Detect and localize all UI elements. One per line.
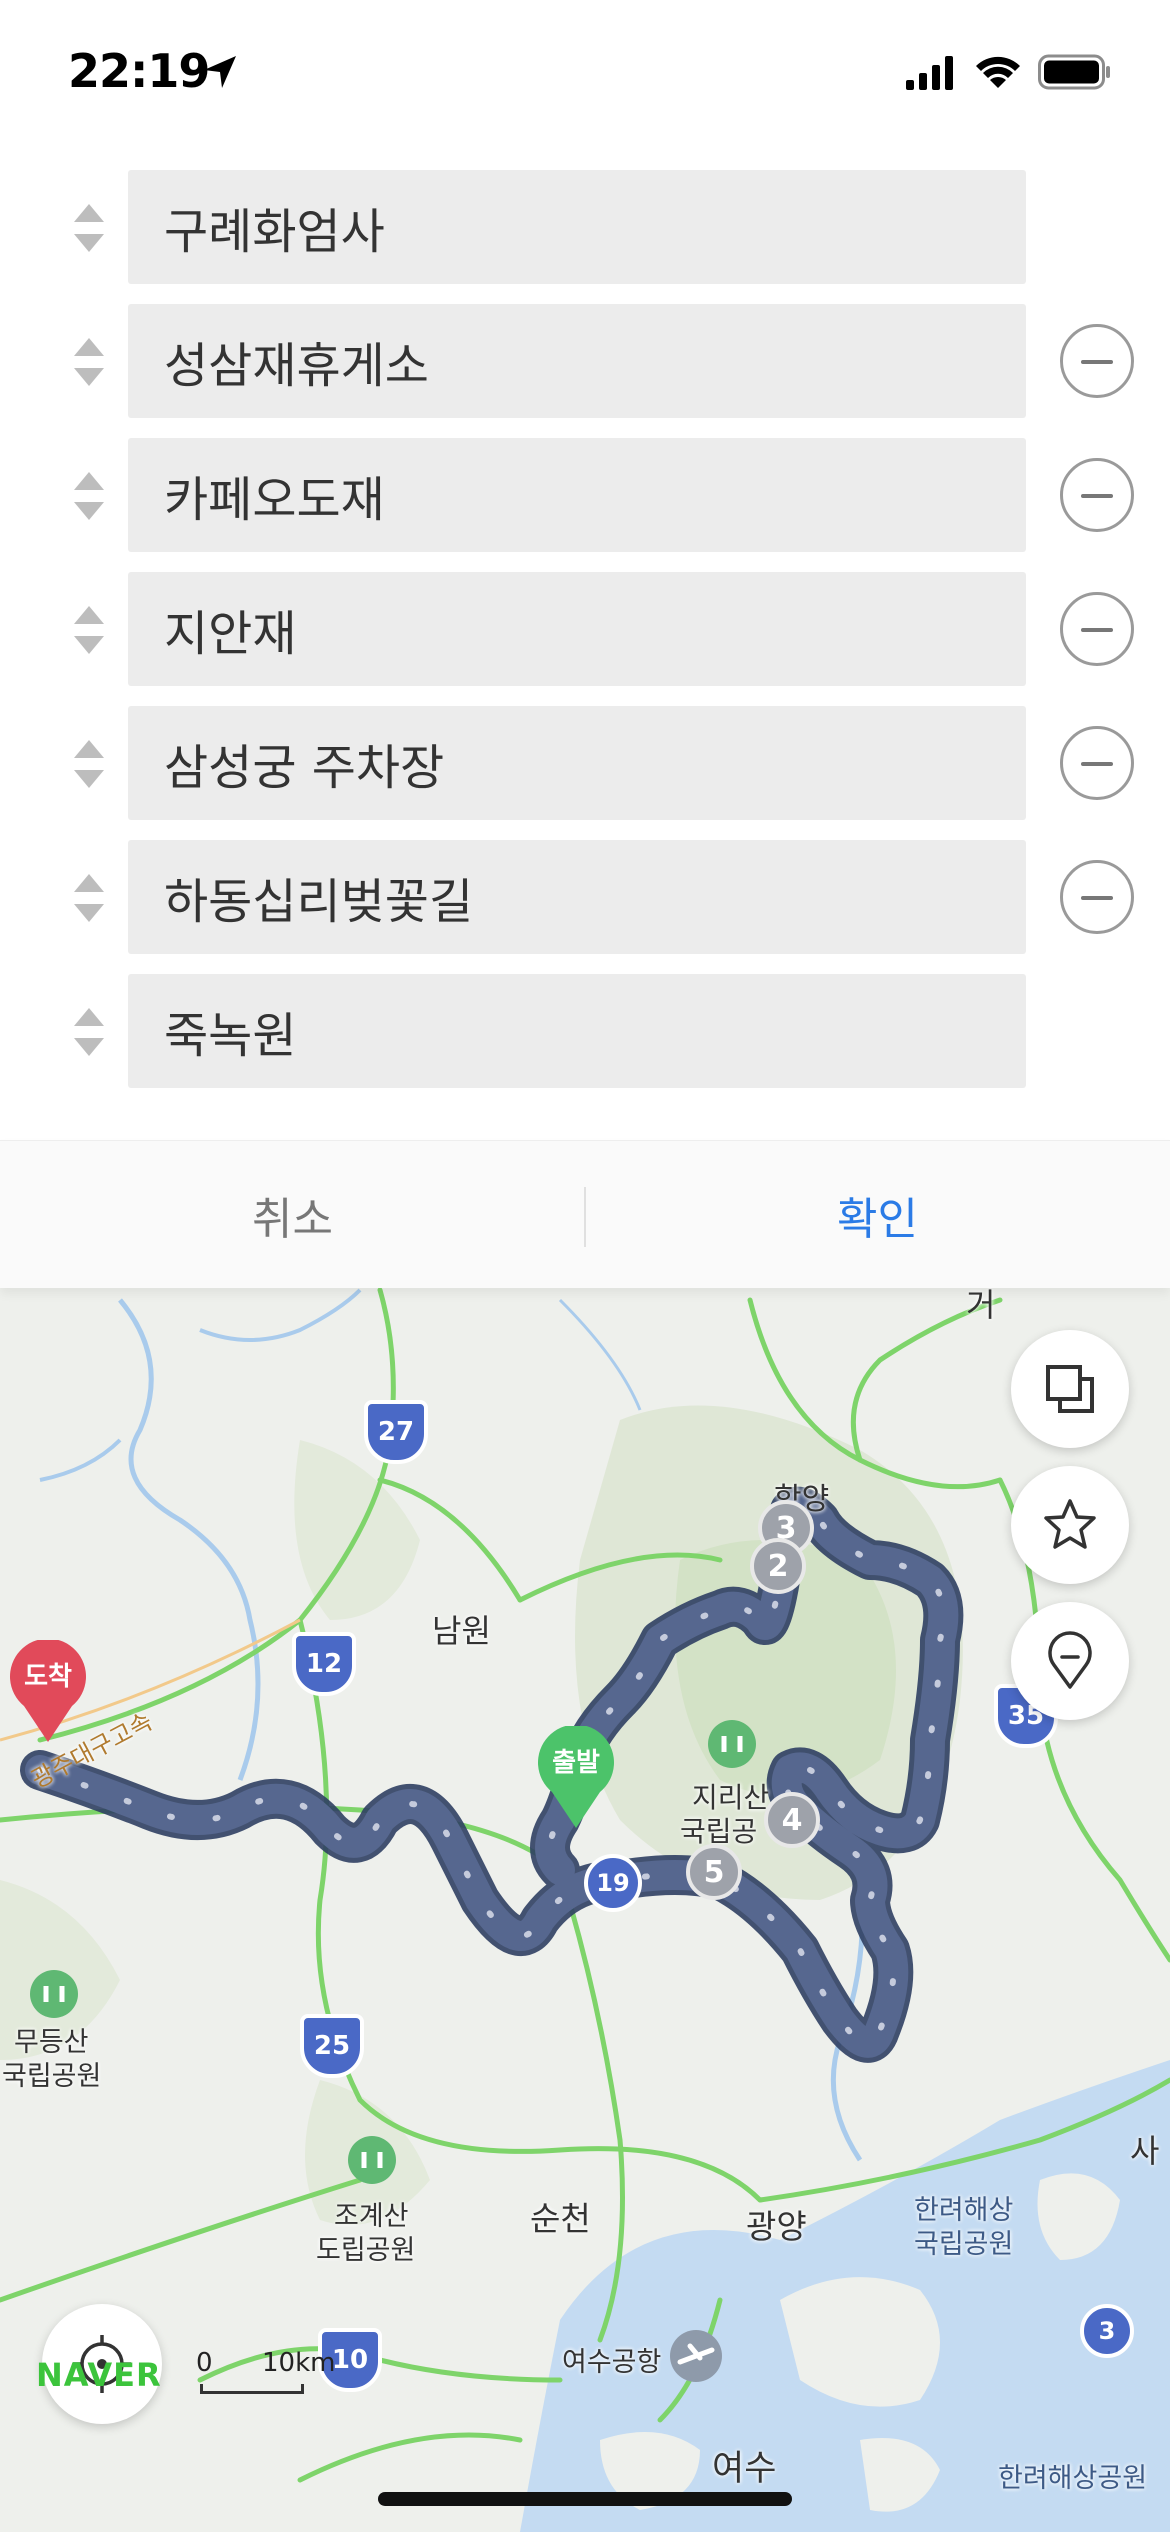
reorder-handle-icon[interactable] [70, 468, 108, 524]
route-map[interactable]: 27 12 35 25 10 19 3 남원 함양 지리산 국립공 무등산 국립… [0, 1288, 1170, 2532]
route-shield-number: 27 [377, 1417, 415, 1447]
end-marker[interactable]: 도착 [8, 1640, 88, 1744]
route-shield: 25 [300, 2014, 364, 2078]
place-label: 거 [966, 1288, 996, 1324]
waypoint-row: 지안재 [0, 572, 1170, 686]
place-label: 국립공원 [2, 2061, 102, 2092]
route-shield-number: 3 [1098, 2317, 1116, 2345]
remove-waypoint-button[interactable] [1060, 860, 1134, 934]
start-marker[interactable]: 출발 [536, 1726, 616, 1830]
place-label: 여수 [712, 2449, 777, 2489]
waypoint-field-origin[interactable]: 구례화엄사 [128, 170, 1026, 284]
waypoint-field[interactable]: 삼성궁 주차장 [128, 706, 1026, 820]
route-shield-number: 10 [331, 2345, 369, 2375]
place-label: 남원 [432, 1612, 491, 1650]
waypoint-marker[interactable]: 5 [686, 1844, 742, 1900]
waypoint-row: 하동십리벚꽃길 [0, 840, 1170, 954]
favorite-button[interactable] [1011, 1466, 1129, 1584]
park-icon [30, 1970, 78, 2018]
location-arrow-icon [204, 56, 236, 88]
park-icon [348, 2136, 396, 2184]
start-marker-label: 출발 [552, 1748, 600, 1778]
battery-icon [1038, 54, 1110, 90]
waypoint-row: 성삼재휴게소 [0, 304, 1170, 418]
reorder-handle-icon[interactable] [70, 1004, 108, 1060]
star-icon [1044, 1499, 1096, 1549]
map-layers-button[interactable] [1011, 1330, 1129, 1448]
signal-icon [906, 56, 953, 90]
remove-waypoint-button[interactable] [1060, 458, 1134, 532]
waypoint-field[interactable]: 하동십리벚꽃길 [128, 840, 1026, 954]
confirm-button[interactable]: 확인 [585, 1141, 1170, 1289]
waypoint-marker-number: 2 [767, 1548, 789, 1584]
home-indicator [378, 2492, 792, 2506]
route-shield-number: 25 [313, 2031, 351, 2061]
reorder-handle-icon[interactable] [70, 870, 108, 926]
route-shield: 27 [364, 1400, 428, 1464]
route-shield-number: 12 [305, 1649, 343, 1679]
scale-distance: 10km [262, 2348, 336, 2378]
place-label: 순천 [530, 2199, 591, 2238]
waypoint-field-destination[interactable]: 죽녹원 [128, 974, 1026, 1088]
park-icon [708, 1720, 756, 1768]
waypoint-row: 죽녹원 [0, 974, 1170, 1088]
place-label: 여수공항 [562, 2347, 662, 2378]
status-time: 22:19 [68, 44, 210, 98]
waypoint-marker[interactable]: 4 [764, 1792, 820, 1848]
waypoint-marker-number: 4 [781, 1802, 803, 1838]
reorder-handle-icon[interactable] [70, 200, 108, 256]
waypoint-field[interactable]: 카페오도재 [128, 438, 1026, 552]
reorder-handle-icon[interactable] [70, 602, 108, 658]
airport-icon [670, 2330, 722, 2382]
wifi-icon [976, 56, 1020, 88]
reorder-handle-icon[interactable] [70, 334, 108, 390]
scale-zero: 0 [196, 2348, 213, 2378]
route-shield: 12 [292, 1632, 356, 1696]
cancel-button[interactable]: 취소 [0, 1141, 585, 1289]
route-shield: 19 [584, 1854, 642, 1912]
place-label: 도립공원 [316, 2235, 416, 2266]
route-shield: 3 [1080, 2304, 1134, 2358]
reorder-handle-icon[interactable] [70, 736, 108, 792]
waypoint-field[interactable]: 성삼재휴게소 [128, 304, 1026, 418]
waypoint-marker[interactable]: 2 [750, 1538, 806, 1594]
scale-bar [200, 2384, 304, 2394]
waypoint-field[interactable]: 지안재 [128, 572, 1026, 686]
waypoint-row: 삼성궁 주차장 [0, 706, 1170, 820]
waypoint-row: 카페오도재 [0, 438, 1170, 552]
remove-waypoint-button[interactable] [1060, 592, 1134, 666]
naver-logo: NAVER [36, 2356, 162, 2394]
pin-location-button[interactable] [1011, 1602, 1129, 1720]
route-shield-number: 19 [596, 1869, 630, 1897]
end-marker-label: 도착 [24, 1662, 72, 1692]
place-label: 국립공원 [914, 2229, 1014, 2260]
waypoint-marker-number: 5 [703, 1854, 725, 1890]
layers-icon [1046, 1365, 1094, 1413]
action-bar: 취소 확인 [0, 1140, 1170, 1288]
map-pin-icon [1048, 1631, 1092, 1689]
remove-waypoint-button[interactable] [1060, 324, 1134, 398]
status-icons [906, 52, 1112, 92]
remove-waypoint-button[interactable] [1060, 726, 1134, 800]
place-label: 광양 [746, 2207, 807, 2246]
place-label: 사 [1130, 2132, 1160, 2170]
waypoint-editor: 구례화엄사 성삼재휴게소 카페오도재 지안재 삼성궁 주차장 하동십리벚꽃길 죽… [0, 150, 1170, 1140]
waypoint-row: 구례화엄사 [0, 170, 1170, 284]
place-label: 한려해상공원 [998, 2463, 1148, 2494]
status-bar: 22:19 [0, 0, 1170, 150]
